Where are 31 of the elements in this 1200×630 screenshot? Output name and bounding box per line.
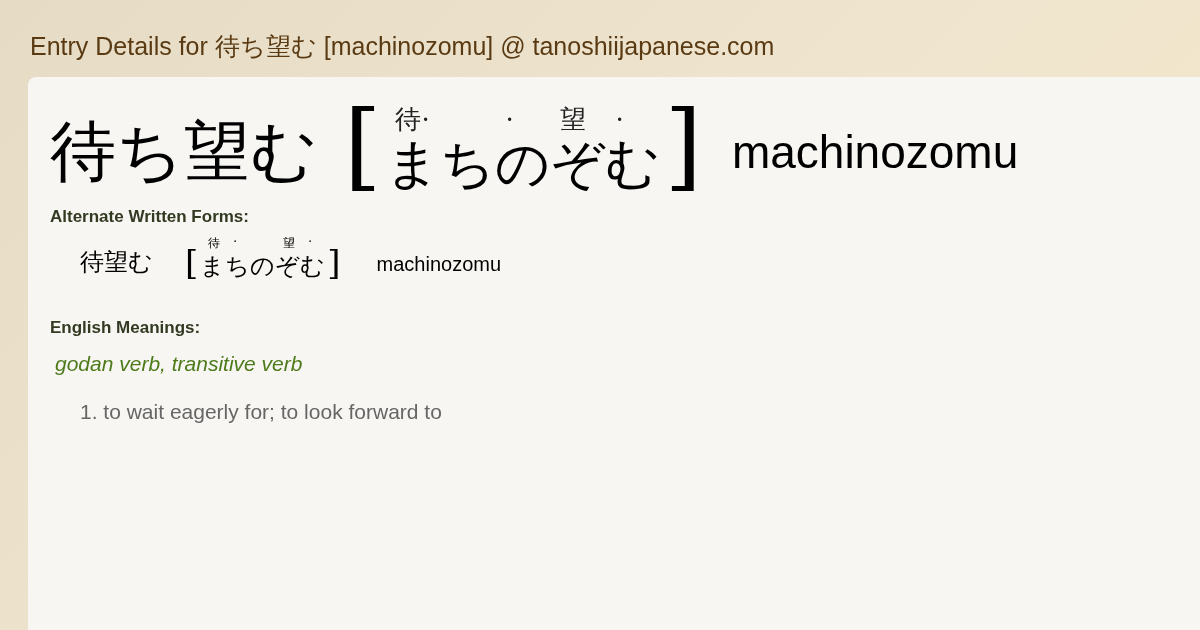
bracket: ] [664, 97, 702, 193]
bracket: [ [185, 242, 199, 282]
kana: ま [200, 251, 226, 282]
part-of-speech: godan verb, transitive verb [55, 352, 304, 376]
headword: 待ち望む [50, 119, 318, 185]
kana: ち [440, 133, 496, 193]
kana: ぞ [275, 251, 301, 282]
bracket: [ [344, 97, 382, 193]
kana: ぞ [550, 133, 606, 193]
furigana: · [307, 235, 313, 250]
romaji: machinozomu [731, 125, 1019, 179]
furigana: 望 [559, 104, 587, 134]
alternate-form: 待望む [80, 247, 153, 278]
furigana: 望 [282, 235, 296, 250]
furigana: 待· [394, 104, 430, 134]
section-heading: English Meanings: [50, 318, 202, 338]
section-heading: Alternate Written Forms: [50, 207, 250, 227]
bracket: ] [327, 242, 341, 282]
kana: ま [385, 133, 441, 193]
kana: の [250, 251, 276, 282]
furigana: · [614, 104, 624, 134]
furigana: 待 [207, 235, 221, 250]
kana: む [300, 251, 326, 282]
meaning: 1. to wait eagerly for; to look forward to [80, 400, 443, 424]
furigana: · [232, 235, 238, 250]
page-title: Entry Details for 待ち望む [machinozomu] @ tanoshiijapanese.com [30, 31, 776, 62]
kana: ち [225, 251, 251, 282]
kana: む [605, 133, 661, 193]
kana: の [495, 133, 551, 193]
romaji: machinozomu [376, 253, 502, 276]
furigana: · [504, 104, 514, 134]
